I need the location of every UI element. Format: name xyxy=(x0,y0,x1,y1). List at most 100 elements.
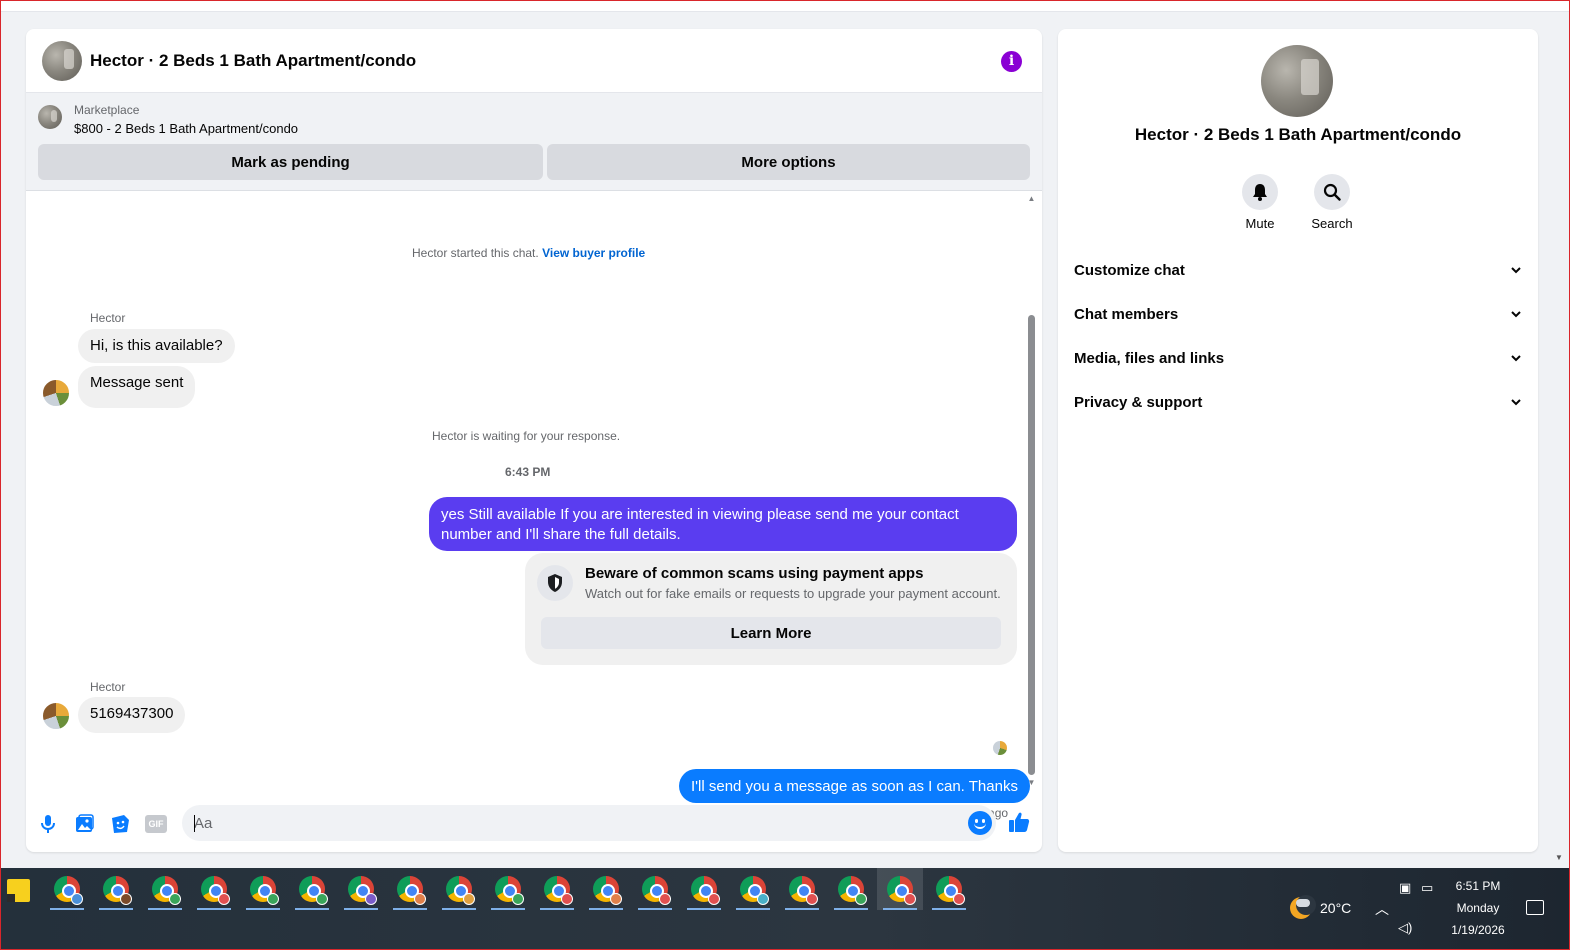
listing-thumbnail[interactable] xyxy=(38,105,62,129)
media-files-links-section[interactable]: Media, files and links xyxy=(1074,346,1522,370)
search-icon[interactable] xyxy=(1314,174,1350,210)
incoming-message[interactable]: 5169437300 xyxy=(78,697,186,733)
incoming-message[interactable]: Hi, is this available? xyxy=(78,329,235,363)
running-indicator xyxy=(246,908,280,910)
chevron-down-icon[interactable] xyxy=(1510,352,1522,364)
clock-day[interactable]: Monday xyxy=(1440,901,1516,915)
chrome-icon xyxy=(495,876,524,905)
meet-now-icon[interactable]: ▣ xyxy=(1399,880,1411,896)
sender-avatar[interactable] xyxy=(42,702,70,730)
listing-source: Marketplace xyxy=(74,103,140,117)
sticky-notes-icon[interactable] xyxy=(7,879,30,902)
taskbar-chrome-app[interactable] xyxy=(142,868,188,910)
running-indicator xyxy=(295,908,329,910)
taskbar-chrome-app[interactable] xyxy=(387,868,433,910)
chrome-icon xyxy=(642,876,671,905)
notification-icon[interactable] xyxy=(1526,900,1544,915)
chrome-icon xyxy=(250,876,279,905)
taskbar-chrome-app[interactable] xyxy=(877,868,923,910)
bell-icon[interactable] xyxy=(1242,174,1278,210)
weather-temperature[interactable]: 20°C xyxy=(1320,900,1351,916)
taskbar-chrome-app[interactable] xyxy=(436,868,482,910)
thumbs-up-icon[interactable] xyxy=(1007,810,1031,834)
section-label: Chat members xyxy=(1074,305,1179,323)
taskbar-chrome-app[interactable] xyxy=(828,868,874,910)
profile-badge-icon xyxy=(218,893,230,905)
sender-avatar[interactable] xyxy=(42,379,70,407)
info-icon[interactable]: i xyxy=(1001,51,1022,72)
chrome-icon xyxy=(593,876,622,905)
taskbar-chrome-app[interactable] xyxy=(240,868,286,910)
profile-badge-icon xyxy=(414,893,426,905)
tray-chevron-up-icon[interactable]: ︿ xyxy=(1375,899,1389,919)
profile-badge-icon xyxy=(806,893,818,905)
chevron-down-icon[interactable] xyxy=(1510,308,1522,320)
message-timestamp: 6:43 PM xyxy=(505,465,551,479)
taskbar-chrome-app[interactable] xyxy=(730,868,776,910)
chrome-icon xyxy=(446,876,475,905)
search-action[interactable]: Search xyxy=(1302,174,1362,231)
cloud-icon xyxy=(1296,899,1310,907)
marketplace-listing-bar: Marketplace $800 - 2 Beds 1 Bath Apartme… xyxy=(26,93,1042,191)
taskbar-chrome-app[interactable] xyxy=(534,868,580,910)
chevron-down-icon[interactable] xyxy=(1510,264,1522,276)
taskbar-chrome-app[interactable] xyxy=(632,868,678,910)
browser-top-strip xyxy=(0,0,1570,12)
scroll-thumb[interactable] xyxy=(1028,315,1035,775)
clock-date[interactable]: 1/19/2026 xyxy=(1440,923,1516,937)
privacy-support-section[interactable]: Privacy & support xyxy=(1074,390,1522,414)
taskbar-chrome-app[interactable] xyxy=(338,868,384,910)
running-indicator xyxy=(638,908,672,910)
profile-badge-icon xyxy=(169,893,181,905)
photo-gallery-icon[interactable] xyxy=(73,813,95,835)
volume-icon[interactable]: ◁) xyxy=(1398,920,1412,936)
taskbar-chrome-app[interactable] xyxy=(191,868,237,910)
taskbar-chrome-app[interactable] xyxy=(93,868,139,910)
chat-avatar[interactable] xyxy=(42,40,82,81)
emoji-icon[interactable] xyxy=(968,811,992,835)
chat-title[interactable]: Hector · 2 Beds 1 Bath Apartment/condo xyxy=(90,51,416,71)
chrome-icon xyxy=(348,876,377,905)
profile-badge-icon xyxy=(953,893,965,905)
chat-started-text: Hector started this chat. xyxy=(412,246,539,260)
listing-price-title[interactable]: $800 - 2 Beds 1 Bath Apartment/condo xyxy=(74,121,298,136)
chat-members-section[interactable]: Chat members xyxy=(1074,302,1522,326)
sticker-icon[interactable] xyxy=(109,813,131,835)
mark-as-pending-button[interactable]: Mark as pending xyxy=(38,144,543,180)
taskbar-chrome-app[interactable] xyxy=(926,868,972,910)
microphone-icon[interactable] xyxy=(37,813,59,835)
incoming-message[interactable]: Message sent xyxy=(78,366,196,408)
taskbar-chrome-app[interactable] xyxy=(485,868,531,910)
section-label: Media, files and links xyxy=(1074,349,1225,367)
clock-time[interactable]: 6:51 PM xyxy=(1440,879,1516,893)
side-avatar[interactable] xyxy=(1261,45,1333,117)
page-scroll-down-icon[interactable]: ▼ xyxy=(1555,853,1563,862)
profile-badge-icon xyxy=(855,893,867,905)
message-input[interactable] xyxy=(182,805,996,841)
taskbar-chrome-app[interactable] xyxy=(583,868,629,910)
customize-chat-section[interactable]: Customize chat xyxy=(1074,258,1522,282)
running-indicator xyxy=(393,908,427,910)
chrome-icon xyxy=(201,876,230,905)
taskbar-chrome-app[interactable] xyxy=(44,868,90,910)
learn-more-button[interactable]: Learn More xyxy=(541,617,1001,649)
taskbar-chrome-app[interactable] xyxy=(681,868,727,910)
running-indicator xyxy=(344,908,378,910)
profile-badge-icon xyxy=(120,893,132,905)
outgoing-message[interactable]: yes Still available If you are intereste… xyxy=(429,497,1017,551)
running-indicator xyxy=(834,908,868,910)
mute-action[interactable]: Mute xyxy=(1230,174,1290,231)
scroll-up-arrow-icon[interactable]: ▲ xyxy=(1027,195,1036,203)
message-scrollbar[interactable]: ▲ ▼ xyxy=(1027,195,1036,787)
view-buyer-profile-link[interactable]: View buyer profile xyxy=(542,246,645,260)
taskbar-chrome-app[interactable] xyxy=(289,868,335,910)
gif-icon[interactable]: GIF xyxy=(145,815,167,833)
more-options-button[interactable]: More options xyxy=(547,144,1030,180)
chevron-down-icon[interactable] xyxy=(1510,396,1522,408)
message-list[interactable]: ▲ ▼ Hector started this chat. View buyer… xyxy=(26,191,1042,820)
chat-started-notice: Hector started this chat. View buyer pro… xyxy=(412,246,645,260)
running-indicator xyxy=(99,908,133,910)
taskbar-chrome-app[interactable] xyxy=(779,868,825,910)
running-indicator xyxy=(50,908,84,910)
network-icon[interactable]: ▭ xyxy=(1421,880,1433,896)
